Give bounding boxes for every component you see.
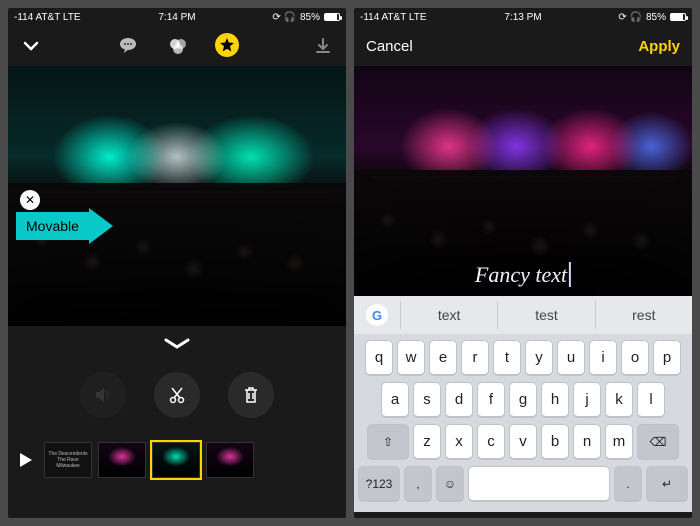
key-d[interactable]: d <box>445 382 473 418</box>
key-r[interactable]: r <box>461 340 489 376</box>
key-y[interactable]: y <box>525 340 553 376</box>
apply-button[interactable]: Apply <box>638 38 680 55</box>
text-entry-screen-right: -114 AT&T LTE 7:13 PM ⟳ 🎧 85% Cancel App… <box>354 8 692 518</box>
mute-button[interactable] <box>80 372 126 418</box>
download-icon[interactable] <box>310 33 336 59</box>
arrow-sticker[interactable]: Movable <box>16 208 113 244</box>
suggestion-3[interactable]: rest <box>595 301 692 329</box>
keyboard-suggestions: G text test rest <box>354 296 692 334</box>
key-period[interactable]: . <box>614 466 642 502</box>
suggestion-2[interactable]: test <box>497 301 594 329</box>
sticker-label: Movable <box>16 212 89 240</box>
editor-toolbar <box>8 26 346 66</box>
text-edit-header: Cancel Apply <box>354 26 692 66</box>
trash-button[interactable] <box>228 372 274 418</box>
text-overlay-input[interactable]: Fancy text <box>475 262 571 288</box>
key-f[interactable]: f <box>477 382 505 418</box>
clip-actions <box>8 356 346 434</box>
key-row-2: a s d f g h j k l <box>358 382 688 418</box>
status-bar: -114 AT&T LTE 7:13 PM ⟳ 🎧 85% <box>354 8 692 26</box>
close-chevron[interactable] <box>18 33 44 59</box>
google-search-icon[interactable]: G <box>354 304 400 326</box>
key-m[interactable]: m <box>605 424 633 460</box>
status-signal: -114 AT&T LTE <box>360 12 427 23</box>
suggestion-1[interactable]: text <box>400 301 497 329</box>
clip-thumb-title-card[interactable]: The Descendents The Rave Milwaukee <box>44 442 92 478</box>
text-bubble-icon[interactable] <box>115 33 141 59</box>
editor-screen-left: -114 AT&T LTE 7:14 PM ⟳ 🎧 85% <box>8 8 346 518</box>
key-u[interactable]: u <box>557 340 585 376</box>
photo-preview[interactable]: Fancy text <box>354 66 692 296</box>
timeline: The Descendents The Rave Milwaukee <box>8 434 346 486</box>
key-s[interactable]: s <box>413 382 441 418</box>
clip-thumb-2[interactable] <box>98 442 146 478</box>
key-w[interactable]: w <box>397 340 425 376</box>
status-bar: -114 AT&T LTE 7:14 PM ⟳ 🎧 85% <box>8 8 346 26</box>
key-return[interactable]: ↵ <box>646 466 688 502</box>
filters-icon[interactable] <box>165 33 191 59</box>
battery-pct: 85% <box>646 12 666 23</box>
key-n[interactable]: n <box>573 424 601 460</box>
key-j[interactable]: j <box>573 382 601 418</box>
key-row-3: ⇧ z x c v b n m ⌫ <box>358 424 688 460</box>
battery-icon <box>670 13 686 21</box>
cancel-button[interactable]: Cancel <box>366 38 413 55</box>
collapse-handle[interactable] <box>8 326 346 356</box>
status-time: 7:14 PM <box>158 12 195 23</box>
arrow-head-icon <box>89 208 113 244</box>
clip-thumb-4[interactable] <box>206 442 254 478</box>
key-space[interactable] <box>468 466 610 502</box>
key-x[interactable]: x <box>445 424 473 460</box>
key-t[interactable]: t <box>493 340 521 376</box>
battery-icon <box>324 13 340 21</box>
key-p[interactable]: p <box>653 340 681 376</box>
key-a[interactable]: a <box>381 382 409 418</box>
stickers-icon[interactable] <box>215 33 239 57</box>
status-right: ⟳ 🎧 85% <box>618 12 686 23</box>
key-comma[interactable]: , <box>404 466 432 502</box>
key-o[interactable]: o <box>621 340 649 376</box>
key-emoji[interactable]: ☺ <box>436 466 464 502</box>
headphones-icon: ⟳ 🎧 <box>618 12 642 23</box>
key-l[interactable]: l <box>637 382 665 418</box>
cut-button[interactable] <box>154 372 200 418</box>
keyboard: q w e r t y u i o p a s d f g h j k l ⇧ … <box>354 334 692 512</box>
key-e[interactable]: e <box>429 340 457 376</box>
clip-thumb-3-selected[interactable] <box>152 442 200 478</box>
key-numbers[interactable]: ?123 <box>358 466 400 502</box>
key-h[interactable]: h <box>541 382 569 418</box>
key-backspace[interactable]: ⌫ <box>637 424 679 460</box>
key-c[interactable]: c <box>477 424 505 460</box>
key-i[interactable]: i <box>589 340 617 376</box>
key-v[interactable]: v <box>509 424 537 460</box>
photo-preview[interactable]: ✕ Movable <box>8 66 346 326</box>
status-time: 7:13 PM <box>504 12 541 23</box>
key-k[interactable]: k <box>605 382 633 418</box>
key-row-4: ?123 , ☺ . ↵ <box>358 466 688 502</box>
sticker-delete-icon[interactable]: ✕ <box>20 190 40 210</box>
key-g[interactable]: g <box>509 382 537 418</box>
key-shift[interactable]: ⇧ <box>367 424 409 460</box>
key-z[interactable]: z <box>413 424 441 460</box>
key-q[interactable]: q <box>365 340 393 376</box>
status-signal: -114 AT&T LTE <box>14 12 81 23</box>
status-right: ⟳ 🎧 85% <box>272 12 340 23</box>
key-b[interactable]: b <box>541 424 569 460</box>
key-row-1: q w e r t y u i o p <box>358 340 688 376</box>
play-button[interactable] <box>16 451 38 469</box>
headphones-icon: ⟳ 🎧 <box>272 12 296 23</box>
battery-pct: 85% <box>300 12 320 23</box>
